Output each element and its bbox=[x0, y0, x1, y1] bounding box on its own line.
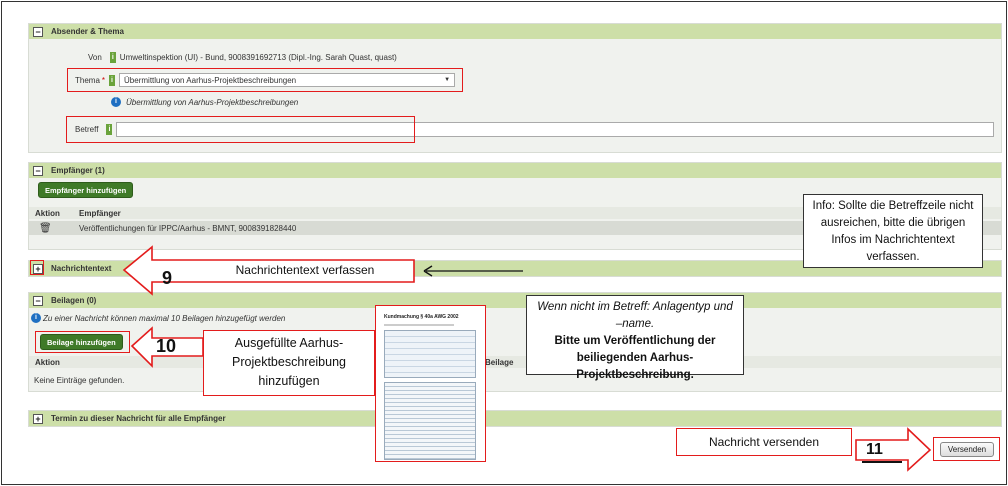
beilagen-info: i Zu einer Nachricht können maximal 10 B… bbox=[31, 313, 285, 323]
thema-hint: i Übermittlung von Aarhus-Projektbeschre… bbox=[111, 97, 298, 107]
document-thumbnail: Kundmachung § 40a AWG 2002 bbox=[375, 305, 486, 462]
absender-title: Absender & Thema bbox=[51, 27, 124, 36]
doc-lines bbox=[384, 324, 454, 326]
empfaenger-title: Empfänger (1) bbox=[51, 166, 105, 175]
betreff-hint-callout: Wenn nicht im Betreff: Anlagentyp und –n… bbox=[526, 295, 744, 381]
info-circle-icon: i bbox=[111, 97, 121, 107]
beilagen-header[interactable]: − Beilagen (0) bbox=[29, 293, 1001, 308]
termin-header[interactable]: + Termin zu dieser Nachricht für alle Em… bbox=[29, 411, 1001, 426]
col-empfaenger: Empfänger bbox=[79, 208, 121, 218]
hint-bold: Bitte um Veröffentlichung der beiliegend… bbox=[554, 335, 716, 381]
hint-italic: Wenn nicht im Betreff: Anlagentyp und –n… bbox=[537, 301, 733, 330]
doc-form-block bbox=[384, 330, 476, 378]
empty-message: Keine Einträge gefunden. bbox=[34, 376, 125, 385]
step11-number: 11 bbox=[866, 441, 883, 458]
nachricht-title: Nachrichtentext bbox=[51, 264, 112, 273]
termin-panel: + Termin zu dieser Nachricht für alle Em… bbox=[28, 410, 1002, 427]
highlight-add-attachment bbox=[35, 331, 130, 353]
beilagen-info-text: Zu einer Nachricht können maximal 10 Bei… bbox=[43, 313, 286, 323]
beilagen-title: Beilagen (0) bbox=[51, 296, 97, 305]
beilagen-table-header: Aktion Beilage bbox=[29, 356, 1001, 368]
collapse-icon[interactable]: − bbox=[33, 295, 43, 306]
step9-label: Nachrichtentext verfassen bbox=[235, 263, 375, 277]
step11-underline bbox=[862, 461, 902, 463]
doc-text-block bbox=[384, 382, 476, 460]
highlight-thema bbox=[67, 68, 463, 92]
collapse-icon[interactable]: − bbox=[33, 165, 43, 176]
von-value: Umweltinspektion (UI) - Bund, 9008391692… bbox=[119, 53, 397, 62]
info-badge-icon: i bbox=[109, 52, 116, 63]
info-callout: Info: Sollte die Betreffzeile nicht ausr… bbox=[803, 194, 983, 268]
collapse-icon[interactable]: − bbox=[33, 26, 43, 37]
col-beilage: Beilage bbox=[485, 357, 514, 367]
step10-number: 10 bbox=[156, 336, 177, 356]
step11-label: Nachricht versenden bbox=[676, 428, 852, 456]
add-recipient-button[interactable]: Empfänger hinzufügen bbox=[38, 182, 134, 198]
info-circle-icon: i bbox=[31, 313, 41, 323]
absender-header[interactable]: − Absender & Thema bbox=[29, 24, 1001, 39]
empfaenger-header[interactable]: − Empfänger (1) bbox=[29, 163, 1001, 178]
highlight-send bbox=[933, 437, 1000, 461]
trash-icon[interactable]: 🗑 bbox=[39, 223, 79, 234]
recipient-name: Veröffentlichungen für IPPC/Aarhus - BMN… bbox=[79, 223, 297, 233]
von-label: Von bbox=[88, 53, 102, 62]
step10-label: Ausgefüllte Aarhus-Projektbeschreibung h… bbox=[203, 330, 375, 396]
termin-title: Termin zu dieser Nachricht für alle Empf… bbox=[51, 414, 226, 423]
col-aktion: Aktion bbox=[35, 208, 60, 218]
highlight-expand-nachricht bbox=[30, 260, 44, 275]
step9-number: 9 bbox=[162, 268, 173, 288]
expand-icon[interactable]: + bbox=[33, 413, 43, 424]
thema-hint-text: Übermittlung von Aarhus-Projektbeschreib… bbox=[126, 97, 299, 107]
doc-title: Kundmachung § 40a AWG 2002 bbox=[384, 314, 459, 320]
von-row: Von i Umweltinspektion (UI) - Bund, 9008… bbox=[88, 52, 397, 63]
highlight-betreff bbox=[66, 116, 415, 143]
